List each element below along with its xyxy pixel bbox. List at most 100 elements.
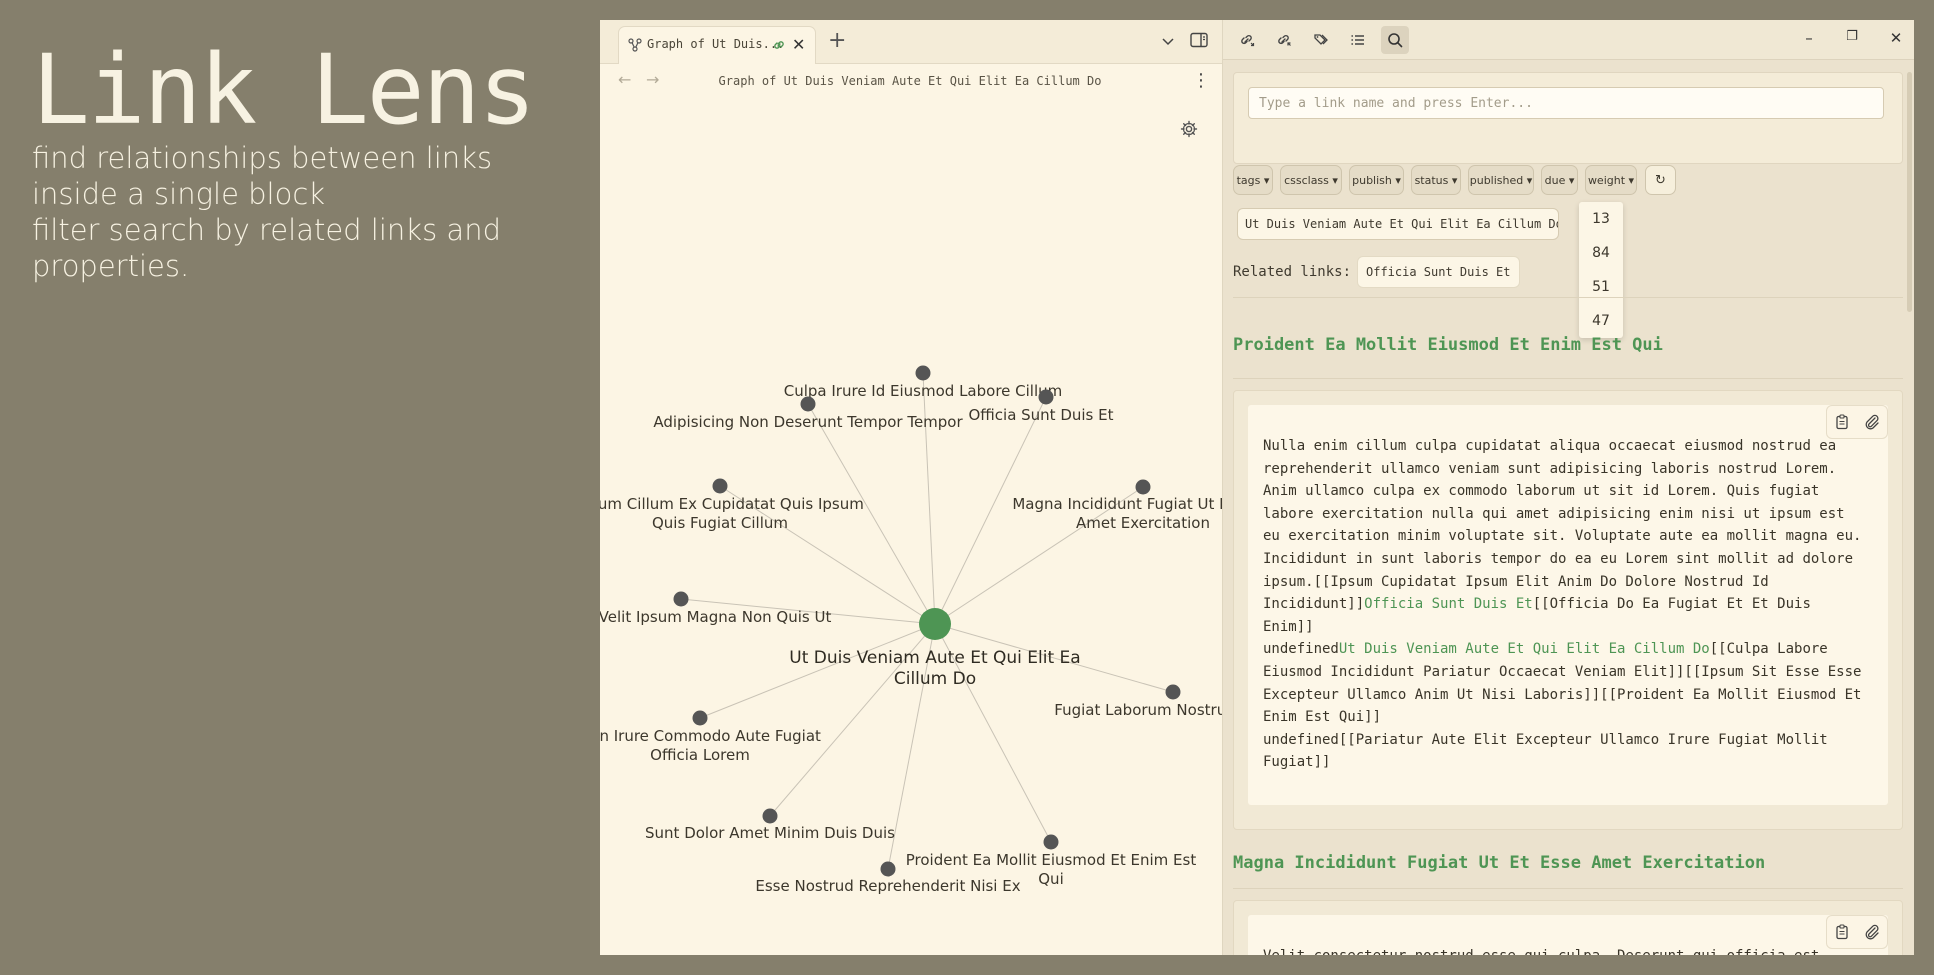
result-card: Nulla enim cillum culpa cupidatat aliqua… (1248, 405, 1888, 805)
graph-node[interactable] (673, 591, 689, 607)
tags-button[interactable] (1307, 26, 1335, 54)
text-segment: undefined (1263, 641, 1339, 658)
graph-node-label: Culpa Irure Id Eiusmod Labore Cillum (784, 382, 1063, 400)
filter-published[interactable]: published ▾ (1468, 165, 1534, 195)
matched-link[interactable]: Ut Duis Veniam Aute Et Qui Elit Ea Cillu… (1339, 641, 1710, 657)
clipboard-icon[interactable] (1834, 924, 1850, 940)
restore-icon[interactable]: ❐ (1841, 29, 1863, 44)
graph-node[interactable] (692, 710, 708, 726)
outgoing-links-button[interactable] (1233, 26, 1261, 54)
graph-node[interactable] (880, 861, 896, 877)
graph-node-label: Amet Exercitation (1076, 514, 1210, 532)
graph-center-node[interactable] (919, 608, 951, 640)
graph-node-label: Fugiat Laborum Nostrud (1054, 701, 1223, 719)
more-options-icon[interactable]: ⋮ (1192, 70, 1210, 91)
result-paragraph: undefinedUt Duis Veniam Aute Et Qui Elit… (1263, 638, 1863, 728)
filter-due[interactable]: due ▾ (1541, 165, 1578, 195)
weight-option[interactable]: 13 (1579, 202, 1623, 236)
graph-edge (807, 403, 936, 625)
tab-title: Graph of Ut Duis... (647, 37, 785, 51)
graph-node[interactable] (1135, 479, 1151, 495)
graph-canvas[interactable]: Culpa Irure Id Eiusmod Labore Cillum Offi… (600, 20, 1223, 955)
graph-node-label: Non Irure Commodo Aute Fugiat (600, 727, 821, 745)
link-search-input[interactable] (1248, 87, 1884, 119)
graph-edge (922, 372, 936, 625)
filter-weight[interactable]: weight ▾ (1585, 165, 1637, 195)
link-lens-pane: – ❐ ✕ tags ▾ cssclass ▾ publish ▾ status… (1223, 20, 1914, 955)
graph-node-label: Velit Ipsum Magna Non Quis Ut (600, 608, 831, 626)
graph-node[interactable] (1043, 834, 1059, 850)
graph-node[interactable] (1165, 684, 1181, 700)
tagline-line-1: find relationships between links inside … (32, 141, 493, 211)
promo: Link Lens find relationships between lin… (32, 40, 572, 284)
related-link-chip[interactable]: Officia Sunt Duis Et (1357, 256, 1520, 288)
chevron-down-icon[interactable] (1160, 33, 1176, 49)
view-header: ← → Graph of Ut Duis Veniam Aute Et Qui … (600, 64, 1222, 100)
view-title: Graph of Ut Duis Veniam Aute Et Qui Elit… (718, 74, 1102, 88)
weight-option[interactable]: 51 (1579, 270, 1623, 304)
refresh-icon[interactable]: ↻ (1645, 165, 1676, 195)
divider (1233, 378, 1903, 379)
graph-node-label: Quis Fugiat Cillum (652, 514, 788, 532)
result-card: Velit consectetur nostrud esse qui culpa… (1248, 915, 1888, 955)
result-block: Velit consectetur nostrud esse qui culpa… (1233, 900, 1903, 955)
minimize-icon[interactable]: – (1798, 29, 1820, 47)
result-paragraph: Velit consectetur nostrud esse qui culpa… (1263, 945, 1863, 955)
result-text: Velit consectetur nostrud esse qui culpa… (1263, 945, 1863, 955)
search-button[interactable] (1381, 26, 1409, 54)
link-icon (774, 41, 784, 49)
clipboard-icon[interactable] (1834, 414, 1850, 430)
graph-node[interactable] (1038, 389, 1054, 405)
backlinks-button[interactable] (1270, 26, 1298, 54)
selected-link-label: Ut Duis Veniam Aute Et Qui Elit Ea Cillu… (1245, 217, 1559, 231)
graph-node[interactable] (762, 808, 778, 824)
result-title[interactable]: Proident Ea Mollit Eiusmod Et Enim Est Q… (1233, 335, 1663, 355)
forward-arrow-icon[interactable]: → (646, 70, 659, 89)
filter-tags[interactable]: tags ▾ (1233, 165, 1273, 195)
graph-node[interactable] (915, 365, 931, 381)
graph-node-label: Officia Sunt Duis Et (968, 406, 1113, 424)
weight-dropdown: 13 84 51 47 (1579, 202, 1623, 338)
close-tab-icon[interactable]: ✕ (792, 36, 805, 54)
graph-node-label: Magna Incididunt Fugiat Ut Et Esse (1012, 495, 1223, 513)
graph-icon (628, 38, 642, 52)
sidebar-toggle-icon[interactable] (1190, 32, 1208, 48)
result-block: Nulla enim cillum culpa cupidatat aliqua… (1233, 390, 1903, 830)
matched-link[interactable]: Officia Sunt Duis Et (1364, 596, 1533, 612)
tagline-line-2: filter search by related links and prope… (32, 213, 501, 283)
graph-node-label: Adipisicing Non Deserunt Tempor Tempor (653, 413, 963, 431)
weight-option[interactable]: 47 (1579, 304, 1623, 338)
filter-publish[interactable]: publish ▾ (1349, 165, 1404, 195)
weight-option[interactable]: 84 (1579, 236, 1623, 270)
related-links-label: Related links: (1233, 264, 1352, 280)
scrollbar[interactable] (1907, 72, 1912, 312)
brand-title: Link Lens (32, 34, 536, 146)
tab-graph[interactable]: Graph of Ut Duis... ✕ (618, 26, 816, 64)
graph-node-label: Ipsum Cillum Ex Cupidatat Quis Ipsum (600, 495, 864, 513)
paperclip-icon[interactable] (1864, 414, 1880, 430)
graph-node-label: Esse Nostrud Reprehenderit Nisi Ex (755, 877, 1020, 895)
filter-status[interactable]: status ▾ (1411, 165, 1461, 195)
paperclip-icon[interactable] (1864, 924, 1880, 940)
back-arrow-icon[interactable]: ← (618, 70, 631, 89)
filter-cssclass[interactable]: cssclass ▾ (1280, 165, 1342, 195)
tab-bar: Graph of Ut Duis... ✕ + (600, 20, 1222, 64)
graph-node[interactable] (800, 396, 816, 412)
link-arrow-icon (1241, 35, 1255, 47)
outline-button[interactable] (1344, 26, 1372, 54)
divider (1233, 297, 1903, 298)
result-paragraph: undefined[[Pariatur Aute Elit Excepteur … (1263, 729, 1863, 774)
text-segment: undefined[[Pariatur Aute Elit Excepteur … (1263, 731, 1828, 771)
text-segment: Nulla enim cillum culpa cupidatat aliqua… (1263, 438, 1862, 613)
graph-node-label: Proident Ea Mollit Eiusmod Et Enim Est (906, 851, 1197, 869)
list-icon (1351, 35, 1364, 45)
search-icon (1388, 33, 1403, 48)
new-tab-icon[interactable]: + (828, 29, 846, 53)
graph-node-label: Qui (1038, 870, 1063, 888)
gear-icon[interactable] (1180, 120, 1198, 138)
close-window-icon[interactable]: ✕ (1885, 29, 1907, 47)
graph-node[interactable] (712, 478, 728, 494)
search-panel (1233, 72, 1903, 164)
graph-node-label: Sunt Dolor Amet Minim Duis Duis (645, 824, 895, 842)
result-title[interactable]: Magna Incididunt Fugiat Ut Et Esse Amet … (1233, 853, 1765, 873)
